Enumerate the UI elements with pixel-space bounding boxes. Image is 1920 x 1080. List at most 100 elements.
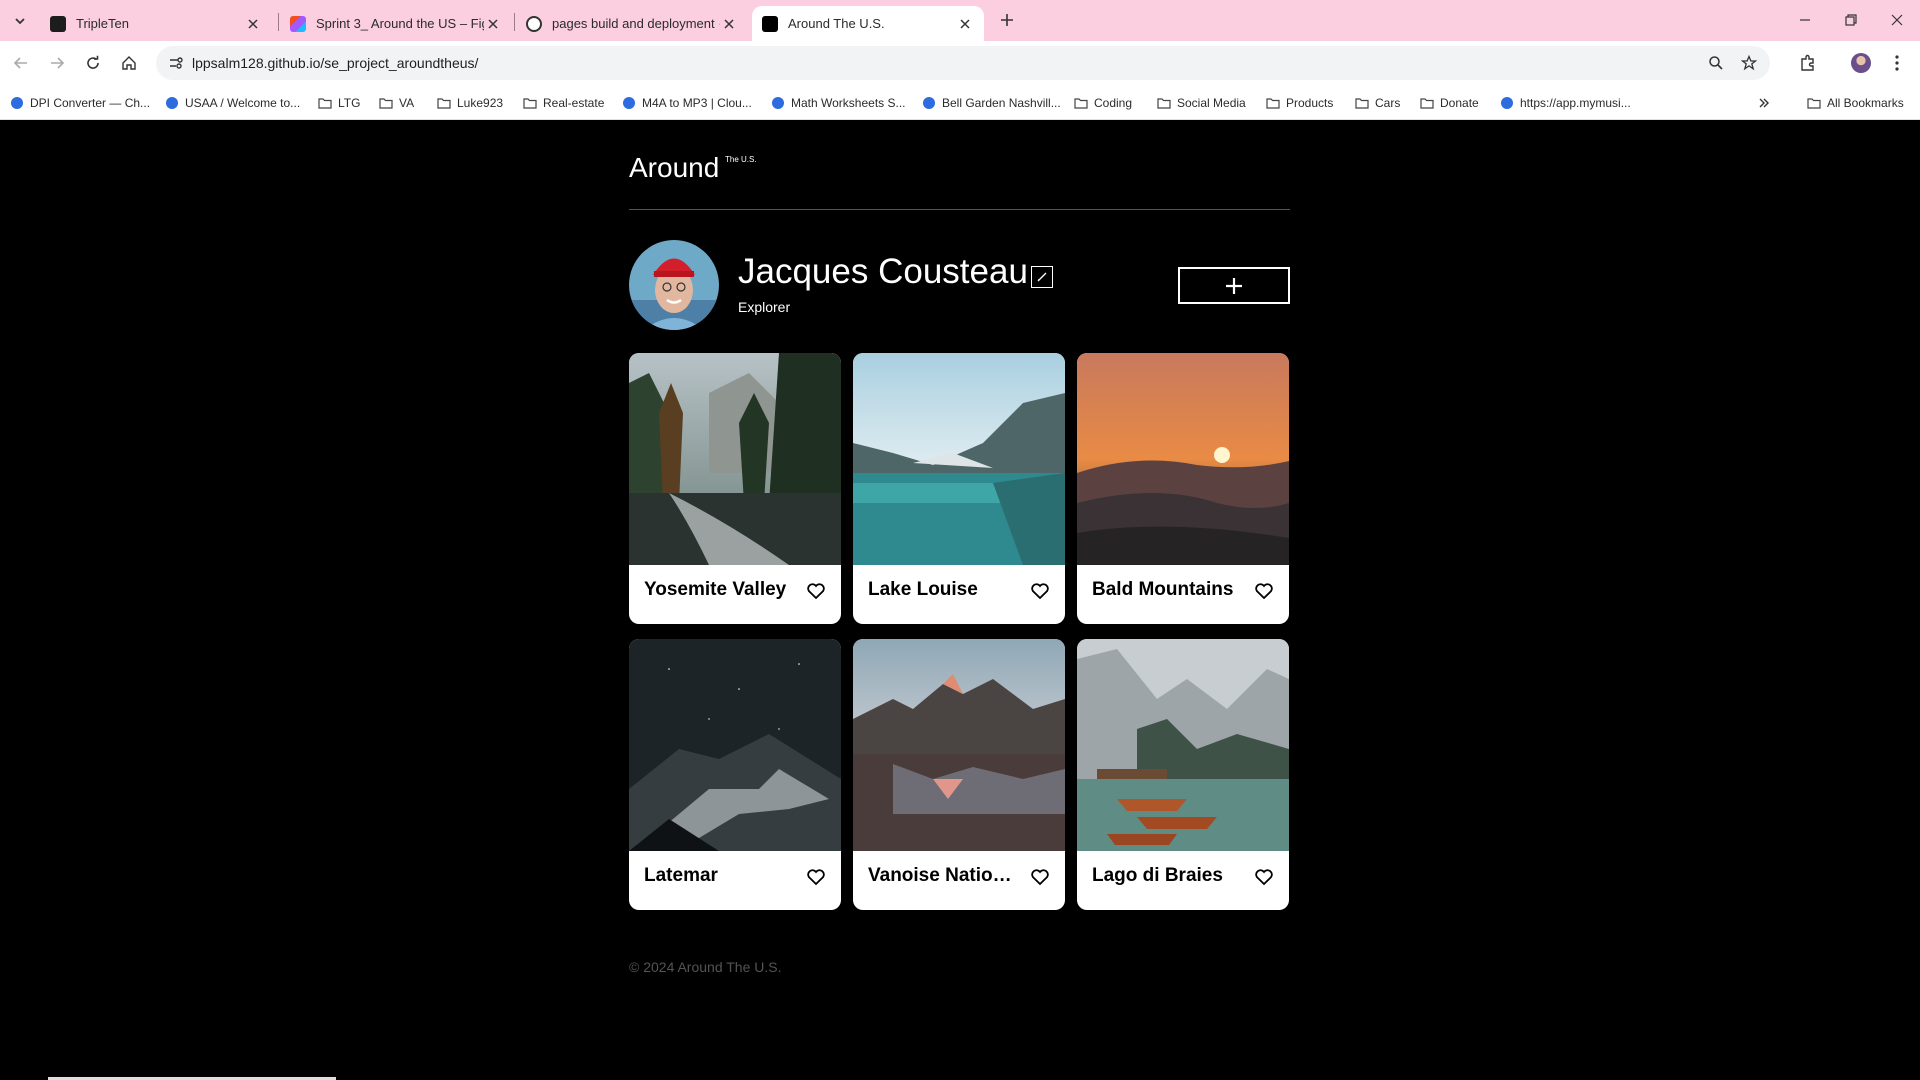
like-button[interactable] bbox=[805, 581, 827, 601]
bookmark-item[interactable]: Social Media bbox=[1157, 93, 1246, 113]
close-tab-icon[interactable] bbox=[244, 15, 262, 33]
bookmark-label: Social Media bbox=[1177, 96, 1246, 110]
bookmark-star-button[interactable] bbox=[1739, 53, 1759, 73]
bookmark-label: USAA / Welcome to... bbox=[185, 96, 301, 110]
site-icon bbox=[771, 96, 785, 110]
bookmark-item[interactable]: Real-estate bbox=[523, 93, 604, 113]
avatar-image bbox=[629, 240, 719, 330]
plus-icon bbox=[1001, 14, 1013, 26]
card: Lago di Braies bbox=[1077, 639, 1289, 910]
zoom-button[interactable] bbox=[1706, 53, 1726, 73]
tab-figma[interactable]: Sprint 3_ Around the US – Figma bbox=[280, 6, 512, 41]
card-image[interactable] bbox=[629, 353, 841, 565]
minimize-icon bbox=[1800, 19, 1810, 21]
logo-superscript: The U.S. bbox=[725, 155, 757, 164]
reload-button[interactable] bbox=[80, 50, 106, 76]
bookmark-item[interactable]: Bell Garden Nashvill... bbox=[922, 93, 1061, 113]
card-title: Vanoise National Park bbox=[868, 865, 1018, 886]
tab-title: Around The U.S. bbox=[788, 16, 885, 31]
back-button[interactable] bbox=[8, 50, 34, 76]
heart-icon bbox=[807, 583, 825, 599]
site-icon bbox=[10, 96, 24, 110]
like-button[interactable] bbox=[1253, 867, 1275, 887]
tab-tripleten[interactable]: TripleTen bbox=[40, 6, 272, 41]
bookmark-item[interactable]: USAA / Welcome to... bbox=[165, 93, 300, 113]
bookmark-item[interactable]: LTG bbox=[318, 93, 360, 113]
bookmark-label: VA bbox=[399, 96, 415, 110]
github-favicon-icon bbox=[526, 15, 542, 32]
tab-github[interactable]: pages build and deployment · Lppsalm128 bbox=[516, 6, 748, 41]
bookmark-item[interactable]: Coding bbox=[1074, 93, 1132, 113]
heart-icon bbox=[1255, 583, 1273, 599]
bookmark-item[interactable]: https://app.mymusi... bbox=[1500, 93, 1631, 113]
browser-menu-button[interactable] bbox=[1885, 51, 1909, 75]
bookmark-item[interactable]: Cars bbox=[1355, 93, 1400, 113]
like-button[interactable] bbox=[1253, 581, 1275, 601]
new-tab-button[interactable] bbox=[995, 8, 1019, 32]
profile-avatar-button[interactable] bbox=[1849, 51, 1873, 75]
bookmark-item[interactable]: Math Worksheets S... bbox=[771, 93, 906, 113]
home-button[interactable] bbox=[116, 50, 142, 76]
card: Yosemite Valley bbox=[629, 353, 841, 624]
card-title: Latemar bbox=[644, 865, 718, 886]
card-image[interactable] bbox=[1077, 639, 1289, 851]
close-tab-icon[interactable] bbox=[720, 15, 738, 33]
close-tab-icon[interactable] bbox=[956, 15, 974, 33]
add-card-button[interactable] bbox=[1178, 267, 1290, 304]
heart-icon bbox=[1255, 869, 1273, 885]
url-text[interactable]: lppsalm128.github.io/se_project_aroundth… bbox=[192, 55, 478, 71]
close-tab-icon[interactable] bbox=[484, 15, 502, 33]
tripleten-favicon-icon bbox=[50, 15, 66, 32]
bookmark-label: DPI Converter — Ch... bbox=[30, 96, 151, 110]
puzzle-icon bbox=[1801, 54, 1814, 71]
site-icon bbox=[165, 96, 179, 110]
card-image[interactable] bbox=[853, 353, 1065, 565]
plus-icon bbox=[1226, 277, 1242, 294]
minimize-button[interactable] bbox=[1790, 8, 1820, 32]
around-favicon-icon bbox=[762, 15, 778, 32]
profile-avatar bbox=[629, 240, 719, 330]
like-button[interactable] bbox=[1029, 581, 1051, 601]
extensions-button[interactable] bbox=[1796, 51, 1820, 75]
kebab-menu-icon bbox=[1895, 55, 1899, 71]
all-bookmarks-button[interactable]: All Bookmarks bbox=[1807, 93, 1904, 113]
tab-title: TripleTen bbox=[76, 16, 129, 31]
card: Lake Louise bbox=[853, 353, 1065, 624]
card-title: Yosemite Valley bbox=[644, 579, 787, 600]
heart-icon bbox=[1031, 869, 1049, 885]
like-button[interactable] bbox=[805, 867, 827, 887]
tab-search-button[interactable] bbox=[8, 9, 32, 33]
bookmark-item[interactable]: VA bbox=[379, 93, 414, 113]
heart-icon bbox=[807, 869, 825, 885]
restore-button[interactable] bbox=[1836, 8, 1866, 32]
bookmark-item[interactable]: Products bbox=[1266, 93, 1333, 113]
double-chevron-right-icon bbox=[1759, 98, 1769, 108]
like-button[interactable] bbox=[1029, 867, 1051, 887]
more-bookmarks-button[interactable] bbox=[1758, 93, 1770, 113]
footer-copyright: © 2024 Around The U.S. bbox=[629, 959, 782, 975]
site-info-icon[interactable] bbox=[168, 55, 184, 71]
bookmark-item[interactable]: Luke923 bbox=[437, 93, 503, 113]
folder-icon bbox=[1157, 96, 1171, 110]
card-image[interactable] bbox=[629, 639, 841, 851]
close-window-button[interactable] bbox=[1882, 8, 1912, 32]
bookmark-item[interactable]: M4A to MP3 | Clou... bbox=[622, 93, 752, 113]
bookmark-item[interactable]: Donate bbox=[1420, 93, 1479, 113]
site-icon bbox=[1500, 96, 1514, 110]
address-bar[interactable]: lppsalm128.github.io/se_project_aroundth… bbox=[156, 46, 1770, 80]
forward-button[interactable] bbox=[44, 50, 70, 76]
star-icon bbox=[1741, 55, 1757, 71]
edit-profile-button[interactable] bbox=[1031, 266, 1053, 288]
browser-toolbar: lppsalm128.github.io/se_project_aroundth… bbox=[0, 41, 1920, 85]
chevron-down-icon bbox=[15, 18, 25, 25]
tab-around-the-us[interactable]: Around The U.S. bbox=[752, 6, 984, 41]
folder-icon bbox=[1355, 96, 1369, 110]
tab-separator bbox=[514, 13, 515, 31]
card: Vanoise National Park bbox=[853, 639, 1065, 910]
card-image[interactable] bbox=[853, 639, 1065, 851]
all-bookmarks-label: All Bookmarks bbox=[1827, 96, 1904, 110]
card-title: Lago di Braies bbox=[1092, 865, 1223, 886]
bookmarks-bar: All Bookmarks DPI Converter — Ch... USAA … bbox=[0, 85, 1920, 120]
card-image[interactable] bbox=[1077, 353, 1289, 565]
bookmark-item[interactable]: DPI Converter — Ch... bbox=[10, 93, 150, 113]
